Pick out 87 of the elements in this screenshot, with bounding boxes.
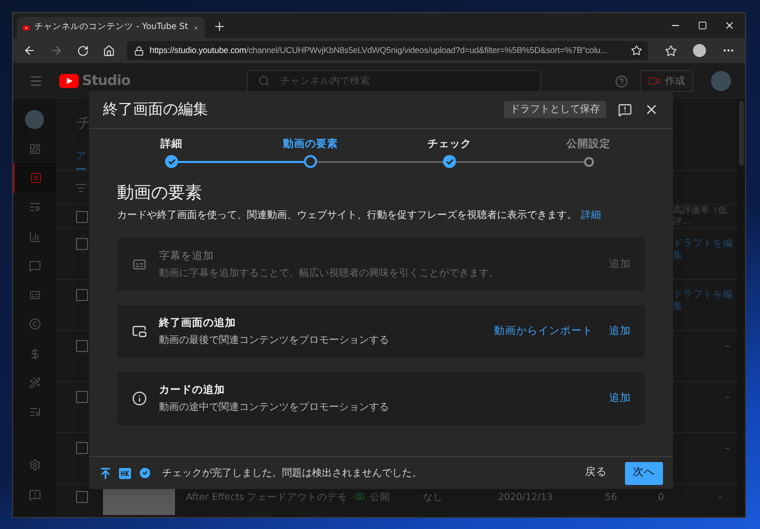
music-list-icon bbox=[28, 406, 40, 418]
subtitles-icon bbox=[132, 257, 147, 272]
upload-icon bbox=[99, 466, 112, 480]
views-cell-text: 56 bbox=[605, 491, 618, 505]
row-checkbox[interactable] bbox=[76, 491, 88, 503]
card-action-button[interactable]: 追加 bbox=[609, 324, 631, 340]
card-title: 字幕を追加 bbox=[159, 248, 215, 262]
eye-icon bbox=[354, 491, 365, 502]
card-action-button[interactable]: 動画からインポート bbox=[494, 324, 593, 340]
feedback-icon bbox=[28, 488, 40, 500]
rating-cell-text: – bbox=[725, 391, 731, 405]
back-arrow-icon[interactable] bbox=[23, 44, 36, 57]
maximize-icon[interactable] bbox=[698, 21, 707, 30]
reload-icon[interactable] bbox=[76, 44, 89, 56]
playlist-icon bbox=[28, 201, 40, 214]
section-heading: 動画の要素 bbox=[117, 182, 203, 204]
step-label[interactable]: チェック bbox=[428, 138, 472, 151]
url-host: https://studio.youtube.com bbox=[150, 45, 246, 56]
channel-avatar[interactable] bbox=[711, 71, 731, 91]
tab-favicon-icon bbox=[23, 24, 30, 32]
home-icon[interactable] bbox=[102, 44, 115, 56]
profile-avatar[interactable] bbox=[693, 44, 706, 57]
row-checkbox[interactable] bbox=[76, 289, 88, 301]
back-button[interactable]: 戻る bbox=[577, 462, 615, 484]
menu-icon[interactable] bbox=[29, 74, 43, 88]
section-description: カードや終了画面を使って、関連動画、ウェブサイト、行動を促すフレーズを視聴者に表示できます。 bbox=[117, 210, 577, 221]
filter-icon[interactable] bbox=[75, 182, 87, 194]
dollar-icon bbox=[28, 348, 40, 360]
comment-icon bbox=[28, 260, 40, 272]
tab-title: チャンネルのコンテンツ - YouTube St bbox=[34, 21, 188, 34]
card-description: 動画の最後で関連コンテンツをプロモーションする bbox=[159, 334, 390, 348]
restrictions-cell-text: なし bbox=[423, 491, 444, 505]
row-checkbox[interactable] bbox=[76, 340, 88, 352]
video-camera-icon bbox=[648, 75, 660, 87]
step-label[interactable]: 詳細 bbox=[160, 138, 182, 151]
card-description: 動画に字幕を追加することで、幅広い視聴者の興味を引くことができます。 bbox=[159, 266, 500, 280]
help-icon[interactable] bbox=[615, 74, 628, 88]
settings-icon bbox=[28, 458, 40, 470]
row-checkbox[interactable] bbox=[76, 442, 88, 454]
step-label[interactable]: 動画の要素 bbox=[283, 138, 338, 151]
comments-cell-text: 0 bbox=[658, 491, 666, 505]
address-bar[interactable]: https://studio.youtube.com/channel/UCUHPWvjKbN8s5eLVdWQ5nig/videos/upload?d=ud&filter=%5B%5D&sort=%7B"colu... bbox=[126, 41, 648, 60]
add-favorite-icon[interactable] bbox=[631, 45, 642, 56]
vertical-scrollbar[interactable] bbox=[738, 101, 744, 166]
card-description: 動画の途中で関連コンテンツをプロモーションする bbox=[159, 400, 390, 414]
dashboard-icon bbox=[28, 142, 40, 155]
dialog-title: 終了画面の編集 bbox=[103, 99, 209, 120]
step-label[interactable]: 公開設定 bbox=[566, 138, 610, 151]
url-path: /channel/UCUHPWvjKbN8s5eLVdWQ5nig/videos/upload?d=ud&filter=%5B%5D&sort=%7B"colu... bbox=[246, 45, 608, 56]
close-window-icon[interactable] bbox=[724, 20, 735, 31]
rating-cell-text: – bbox=[725, 442, 731, 456]
video-quality-icon bbox=[119, 468, 131, 478]
channel-avatar[interactable] bbox=[25, 110, 44, 129]
save-draft-button[interactable]: ドラフトとして保存 bbox=[504, 101, 606, 118]
card-action-button[interactable]: 追加 bbox=[609, 390, 631, 406]
lock-icon bbox=[134, 46, 144, 56]
new-tab-icon[interactable] bbox=[213, 20, 226, 33]
info-icon bbox=[132, 391, 147, 406]
play-logo-icon bbox=[59, 74, 79, 88]
feedback-icon[interactable] bbox=[618, 102, 632, 116]
sidebar-item[interactable] bbox=[13, 163, 56, 193]
studio-logo-text: Studio bbox=[82, 72, 130, 90]
row-checkbox[interactable] bbox=[76, 238, 88, 250]
search-icon bbox=[258, 75, 270, 87]
thumbnail-placeholder bbox=[103, 487, 175, 515]
close-icon[interactable] bbox=[644, 102, 659, 117]
details-link[interactable]: 詳細 bbox=[581, 210, 601, 221]
favorites-icon[interactable] bbox=[665, 44, 678, 56]
row-checkbox[interactable] bbox=[76, 210, 88, 222]
bar-chart-icon bbox=[28, 230, 40, 243]
rating-cell-text: – bbox=[725, 340, 731, 354]
forward-arrow-icon[interactable] bbox=[50, 44, 63, 57]
row-checkbox[interactable] bbox=[76, 391, 88, 403]
subtitles-icon bbox=[28, 289, 40, 302]
copyright-icon bbox=[28, 318, 40, 330]
browser-tab[interactable]: チャンネルのコンテンツ - YouTube St bbox=[17, 17, 205, 38]
next-button[interactable]: 次へ bbox=[625, 462, 663, 484]
rating-cell-text: – bbox=[718, 491, 723, 505]
date-cell-text: 2020/12/13 bbox=[498, 491, 554, 505]
status-message: チェックが完了しました。問題は検出されませんでした。 bbox=[162, 466, 423, 480]
end-screen-icon bbox=[132, 324, 147, 339]
card-title: カードの追加 bbox=[159, 382, 226, 396]
check-circle-icon bbox=[138, 466, 152, 480]
card-title: 終了画面の追加 bbox=[159, 316, 237, 330]
magic-wand-icon bbox=[28, 377, 40, 390]
video-library-icon bbox=[30, 172, 42, 184]
visibility-cell-text: 公開 bbox=[370, 491, 391, 505]
